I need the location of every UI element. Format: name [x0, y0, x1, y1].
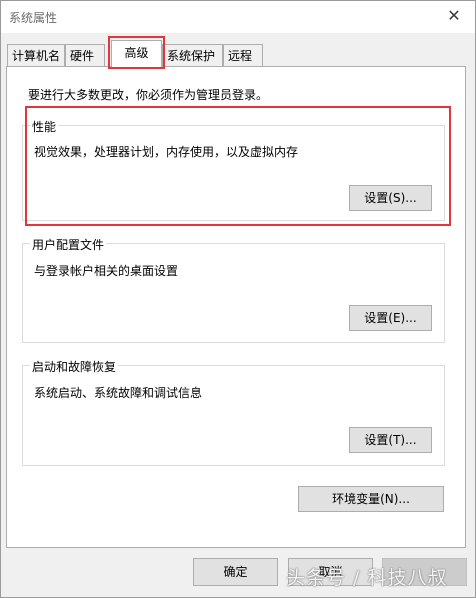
advanced-tab-panel: 要进行大多数更改，你必须作为管理员登录。 性能 视觉效果，处理器计划，内存使用，… — [6, 66, 466, 548]
close-icon[interactable]: ✕ — [443, 5, 465, 27]
startup-recovery-group: 启动和故障恢复 系统启动、系统故障和调试信息 设置(T)... — [22, 358, 445, 466]
admin-notice: 要进行大多数更改，你必须作为管理员登录。 — [28, 88, 269, 102]
title-bar[interactable]: 系统属性 ✕ — [1, 1, 475, 33]
user-profiles-description: 与登录帐户相关的桌面设置 — [34, 264, 179, 278]
tab-system-protection[interactable]: 系统保护 — [162, 44, 223, 66]
environment-variables-button[interactable]: 环境变量(N)... — [298, 486, 444, 512]
tab-label: 系统保护 — [167, 49, 216, 63]
user-profiles-group: 用户配置文件 与登录帐户相关的桌面设置 设置(E)... — [22, 236, 445, 343]
tab-hardware[interactable]: 硬件 — [65, 44, 105, 66]
user-profiles-settings-button[interactable]: 设置(E)... — [349, 305, 432, 331]
group-title-user-profiles: 用户配置文件 — [30, 236, 107, 253]
window-title: 系统属性 — [9, 11, 58, 25]
tab-highlight-box — [108, 36, 165, 69]
performance-highlight-box — [25, 106, 451, 226]
startup-recovery-settings-button[interactable]: 设置(T)... — [349, 427, 432, 453]
tab-remote[interactable]: 远程 — [223, 44, 263, 66]
tab-computer-name[interactable]: 计算机名 — [7, 44, 65, 66]
group-title-startup-recovery: 启动和故障恢复 — [30, 358, 119, 375]
watermark-text: 头条号 / 科技八叔 — [286, 567, 448, 589]
startup-recovery-description: 系统启动、系统故障和调试信息 — [34, 386, 203, 400]
tab-label: 远程 — [228, 49, 253, 63]
ok-button[interactable]: 确定 — [193, 558, 278, 586]
tab-label: 计算机名 — [12, 49, 61, 63]
system-properties-window: 系统属性 ✕ 计算机名 硬件 高级 系统保护 远程 要进行大多数更改，你必须作为… — [0, 0, 476, 598]
tab-label: 硬件 — [70, 49, 95, 63]
